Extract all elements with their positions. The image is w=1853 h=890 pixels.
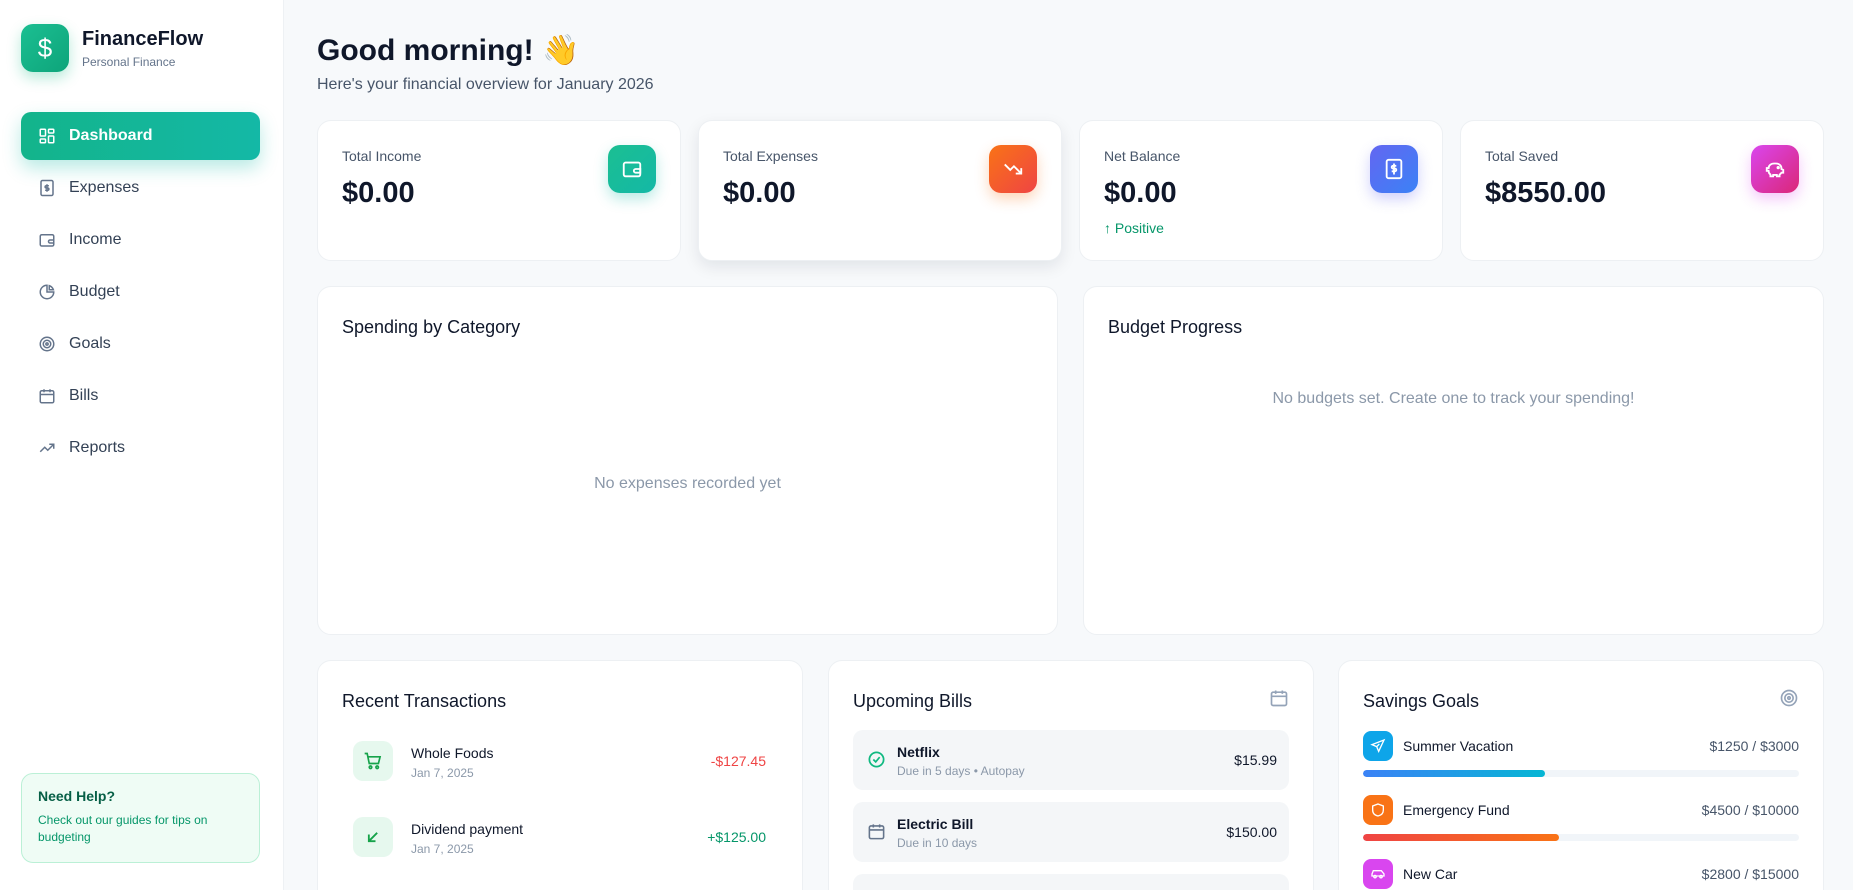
stat-card-total-income: Total Income $0.00 bbox=[317, 120, 681, 261]
calendar-icon bbox=[868, 824, 885, 840]
savings-goals-panel: Savings Goals Summer Vacation $1250 / $3… bbox=[1338, 660, 1824, 890]
goal-amount: $4500 / $10000 bbox=[1701, 802, 1799, 818]
stat-label: Total Saved bbox=[1485, 148, 1559, 164]
wallet-icon bbox=[38, 231, 56, 249]
goal-name: New Car bbox=[1403, 866, 1458, 882]
shield-icon bbox=[1363, 795, 1393, 825]
page-subtitle: Here's your financial overview for Janua… bbox=[317, 76, 654, 93]
receipt-icon bbox=[38, 179, 56, 197]
sidebar-item-label: Reports bbox=[69, 439, 126, 456]
panel-title: Spending by Category bbox=[342, 317, 521, 337]
balance-trend-note: ↑ Positive bbox=[1104, 220, 1164, 236]
dollar-receipt-icon bbox=[1370, 145, 1418, 193]
sidebar-item-bills[interactable]: Bills bbox=[21, 372, 260, 420]
sidebar-item-expenses[interactable]: Expenses bbox=[21, 164, 260, 212]
cart-icon bbox=[353, 741, 393, 781]
stat-card-total-expenses: Total Expenses $0.00 bbox=[698, 120, 1062, 261]
budget-progress-panel: Budget Progress No budgets set. Create o… bbox=[1083, 286, 1824, 635]
brand-subtitle: Personal Finance bbox=[82, 54, 176, 69]
bill-amount: $150.00 bbox=[1226, 824, 1277, 840]
transaction-date: Jan 7, 2025 bbox=[411, 766, 474, 780]
goal-progress-fill bbox=[1363, 770, 1545, 777]
transaction-name: Dividend payment bbox=[411, 821, 524, 837]
spending-by-category-panel: Spending by Category No expenses recorde… bbox=[317, 286, 1058, 635]
calendar-icon bbox=[38, 387, 56, 405]
bill-name: Netflix bbox=[897, 744, 940, 760]
bill-row[interactable]: Netflix Due in 5 days • Autopay $15.99 bbox=[853, 730, 1289, 790]
stat-value: $8550.00 bbox=[1485, 177, 1606, 209]
brand-name: FinanceFlow bbox=[82, 27, 204, 50]
sidebar-item-label: Bills bbox=[69, 387, 99, 404]
target-icon bbox=[38, 335, 56, 353]
pie-chart-icon bbox=[38, 283, 56, 301]
transaction-amount: -$127.45 bbox=[710, 753, 766, 769]
sidebar-item-label: Budget bbox=[69, 283, 120, 300]
car-icon bbox=[1363, 859, 1393, 889]
transaction-date: Jan 7, 2025 bbox=[411, 842, 474, 856]
stat-label: Total Expenses bbox=[723, 148, 818, 164]
panel-title: Savings Goals bbox=[1363, 691, 1480, 711]
goal-progress-track bbox=[1363, 834, 1799, 841]
help-text: Check out our guides for tips on budgeti… bbox=[38, 813, 208, 844]
stat-value: $0.00 bbox=[1104, 177, 1177, 209]
help-title: Need Help? bbox=[38, 788, 116, 804]
trend-up-icon bbox=[38, 439, 56, 457]
bill-amount: $15.99 bbox=[1234, 752, 1277, 768]
stat-label: Total Income bbox=[342, 148, 422, 164]
dashboard-icon bbox=[38, 127, 56, 145]
wallet-icon bbox=[608, 145, 656, 193]
panel-title: Budget Progress bbox=[1108, 317, 1243, 337]
sidebar-item-label: Income bbox=[69, 231, 122, 248]
spending-empty-state: No expenses recorded yet bbox=[594, 475, 781, 492]
goal-name: Emergency Fund bbox=[1403, 802, 1510, 818]
goal-progress-fill bbox=[1363, 834, 1560, 841]
goal-amount: $1250 / $3000 bbox=[1709, 738, 1799, 754]
sidebar-item-dashboard[interactable]: Dashboard bbox=[21, 112, 260, 160]
panel-title: Upcoming Bills bbox=[853, 691, 973, 711]
sidebar-item-label: Expenses bbox=[69, 179, 140, 196]
recent-transactions-panel: Recent Transactions Whole Foods Jan 7, 2… bbox=[317, 660, 803, 890]
goal-progress-track bbox=[1363, 770, 1799, 777]
check-circle-icon bbox=[868, 751, 885, 768]
stat-label: Net Balance bbox=[1104, 148, 1181, 164]
stat-card-net-balance: Net Balance $0.00 ↑ Positive bbox=[1079, 120, 1443, 261]
sidebar-item-income[interactable]: Income bbox=[21, 216, 260, 264]
dollar-logo-icon: $ bbox=[21, 24, 69, 72]
plane-icon bbox=[1363, 731, 1393, 761]
sidebar-item-budget[interactable]: Budget bbox=[21, 268, 260, 316]
budget-empty-state: No budgets set. Create one to track your… bbox=[1272, 390, 1635, 407]
upcoming-bills-panel: Upcoming Bills Netflix Due in 5 days • A… bbox=[828, 660, 1314, 890]
goal-amount: $2800 / $15000 bbox=[1701, 866, 1799, 882]
brand[interactable]: $ FinanceFlow Personal Finance bbox=[21, 24, 203, 72]
trending-down-icon bbox=[989, 145, 1037, 193]
calendar-icon[interactable] bbox=[1269, 688, 1289, 708]
sidebar-item-label: Goals bbox=[69, 335, 111, 352]
piggy-bank-icon bbox=[1751, 145, 1799, 193]
stat-card-total-saved: Total Saved $8550.00 bbox=[1460, 120, 1824, 261]
arrow-down-left-icon bbox=[353, 817, 393, 857]
sidebar-item-reports[interactable]: Reports bbox=[21, 424, 260, 472]
transaction-amount: +$125.00 bbox=[707, 829, 766, 845]
transaction-row[interactable]: Dividend payment Jan 7, 2025 +$125.00 bbox=[353, 817, 766, 857]
help-card[interactable]: Need Help? Check out our guides for tips… bbox=[21, 773, 260, 863]
bill-row[interactable] bbox=[853, 874, 1289, 890]
bill-due: Due in 5 days • Autopay bbox=[897, 764, 1025, 778]
bill-name: Electric Bill bbox=[897, 816, 974, 832]
transaction-row[interactable]: Whole Foods Jan 7, 2025 -$127.45 bbox=[353, 741, 766, 781]
page-title: Good morning! 👋 bbox=[317, 34, 580, 67]
sidebar-item-label: Dashboard bbox=[69, 127, 153, 144]
stat-value: $0.00 bbox=[723, 177, 796, 209]
goal-name: Summer Vacation bbox=[1403, 738, 1514, 754]
sidebar: $ FinanceFlow Personal Finance Dashboard… bbox=[0, 0, 284, 890]
sidebar-nav: Dashboard Expenses Income Budget Goals B… bbox=[21, 112, 260, 476]
sidebar-item-goals[interactable]: Goals bbox=[21, 320, 260, 368]
stat-value: $0.00 bbox=[342, 177, 415, 209]
bill-row[interactable]: Electric Bill Due in 10 days $150.00 bbox=[853, 802, 1289, 862]
target-icon[interactable] bbox=[1779, 688, 1799, 708]
transaction-name: Whole Foods bbox=[411, 745, 494, 761]
bill-due: Due in 10 days bbox=[897, 836, 978, 850]
panel-title: Recent Transactions bbox=[342, 691, 507, 711]
